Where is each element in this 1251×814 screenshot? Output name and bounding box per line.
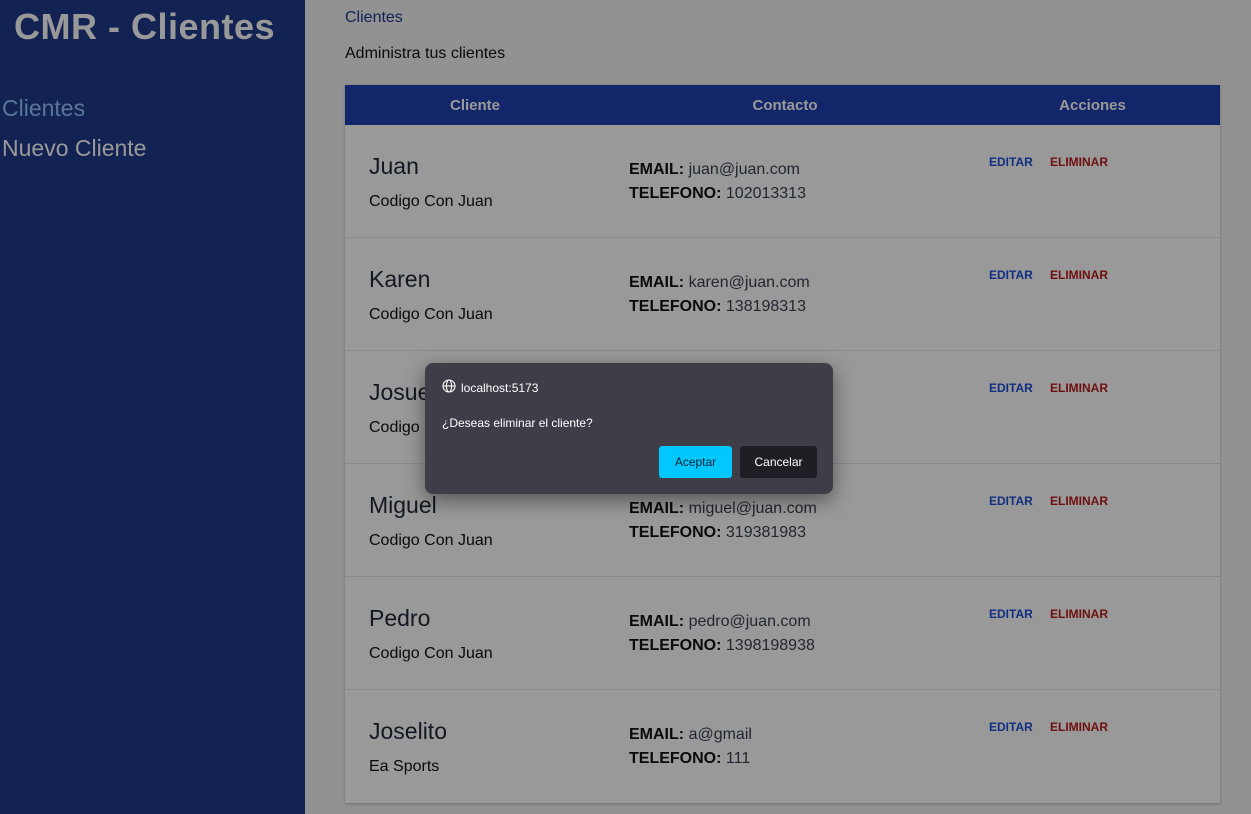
confirm-dialog: localhost:5173 ¿Deseas eliminar el clien… [425,363,833,494]
globe-icon [442,379,456,396]
accept-button[interactable]: Aceptar [659,446,732,478]
app-root: CMR - Clientes Clientes Nuevo Cliente Cl… [0,0,1251,814]
dialog-origin-text: localhost:5173 [461,380,539,395]
dialog-origin: localhost:5173 [442,379,538,396]
cancel-button[interactable]: Cancelar [740,446,817,478]
dialog-message: ¿Deseas eliminar el cliente? [442,416,593,430]
